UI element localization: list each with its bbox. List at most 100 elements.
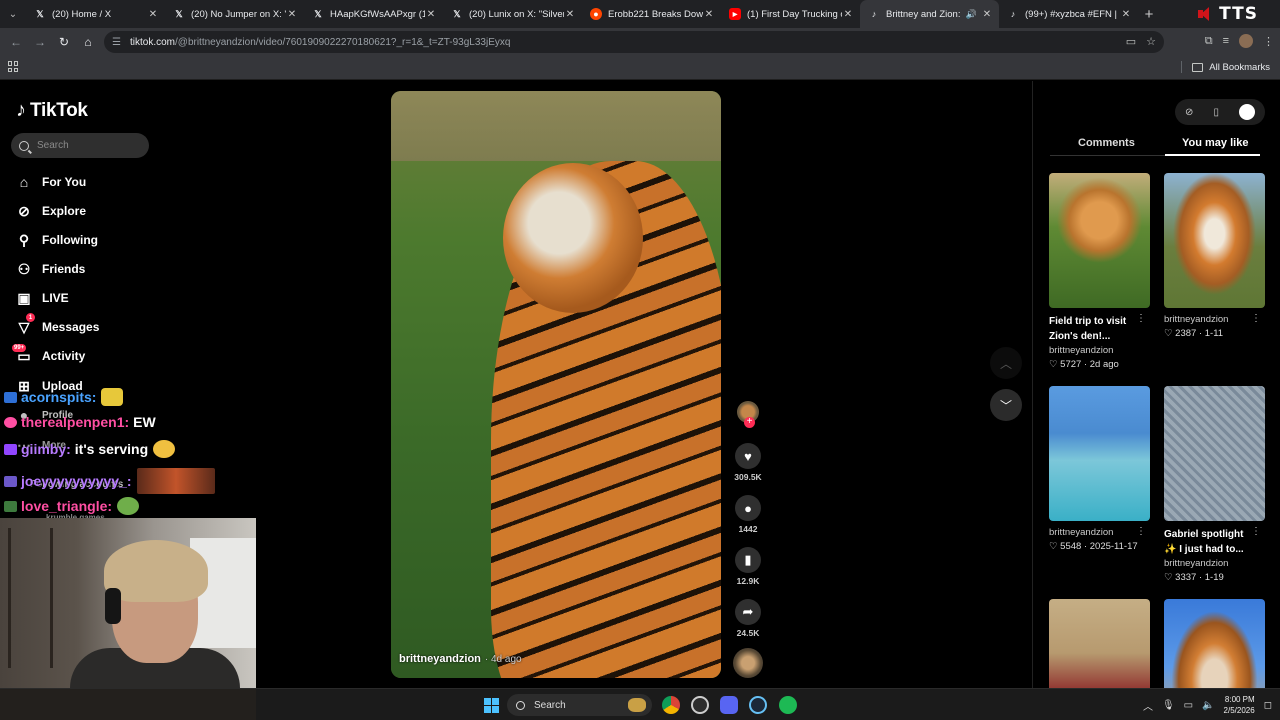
- close-icon[interactable]: ✕: [703, 9, 715, 20]
- comment-icon[interactable]: ●: [735, 495, 761, 521]
- profile-avatar[interactable]: [1239, 34, 1253, 48]
- reload-icon[interactable]: ↻: [52, 35, 76, 49]
- more-options-icon[interactable]: ⋮: [1251, 313, 1261, 324]
- microphone-icon[interactable]: 🎙: [1162, 700, 1175, 711]
- notification-icon[interactable]: ◻: [1264, 700, 1272, 711]
- card-author[interactable]: brittneyandzion: [1049, 527, 1150, 538]
- heart-icon[interactable]: ♥: [735, 443, 761, 469]
- discord-icon[interactable]: [720, 696, 738, 714]
- taskbar-search[interactable]: Search: [507, 694, 652, 716]
- browser-tab[interactable]: 𝕏 HAapKGfWsAAPxgr (1190 ✕: [304, 0, 443, 28]
- autoscroll-icon[interactable]: ⊘: [1185, 107, 1193, 118]
- speaker-icon[interactable]: 🔊: [966, 9, 977, 20]
- more-options-icon[interactable]: ⋮: [1136, 526, 1146, 537]
- card-likes: 5548: [1060, 541, 1082, 552]
- network-icon[interactable]: ▭: [1184, 700, 1193, 711]
- card-author[interactable]: brittneyandzion: [1164, 314, 1265, 325]
- previous-video-button[interactable]: ︿: [990, 347, 1022, 379]
- address-bar[interactable]: ☰ tiktok.com/@brittneyandzion/video/7601…: [104, 31, 1164, 53]
- card-title[interactable]: Gabriel spotlight ✨ I just had to...: [1164, 527, 1265, 557]
- clock[interactable]: 8:00 PM 2/5/2026: [1224, 694, 1255, 716]
- creator-avatar[interactable]: +: [737, 401, 759, 428]
- close-icon[interactable]: ✕: [564, 9, 576, 20]
- close-icon[interactable]: ✕: [1120, 9, 1132, 20]
- browser-tab[interactable]: 𝕏 (20) No Jumper on X: "Ma ✕: [165, 0, 304, 28]
- recommended-video-card[interactable]: ⋮ Gabriel spotlight ✨ I just had to... b…: [1164, 386, 1265, 583]
- comment-button[interactable]: ● 1442: [733, 495, 763, 534]
- tiktok-logo[interactable]: ♪ TikTok: [16, 99, 88, 122]
- bookmark-icon[interactable]: ▮: [735, 547, 761, 573]
- search-input[interactable]: [37, 140, 137, 151]
- cast-icon[interactable]: ▭: [1126, 35, 1136, 48]
- apps-grid-icon[interactable]: [8, 61, 19, 72]
- home-icon[interactable]: ⌂: [76, 35, 100, 49]
- nav-activity[interactable]: ▭ 99+ Activity: [12, 344, 85, 365]
- tab-you-may-like[interactable]: You may like: [1182, 137, 1248, 149]
- back-icon[interactable]: ←: [4, 35, 28, 49]
- more-options-icon[interactable]: ⋮: [1136, 313, 1146, 324]
- recommended-video-card[interactable]: ⋮ Field trip to visit Zion's den!... bri…: [1049, 173, 1150, 370]
- extensions-icon[interactable]: ⧉: [1205, 35, 1213, 48]
- browser-tab[interactable]: ♪ (99+) #xyzbca #EFN | mar ✕: [999, 0, 1138, 28]
- windows-start-icon[interactable]: [484, 698, 499, 713]
- like-button[interactable]: ♥ 309.5K: [733, 443, 763, 482]
- video-author-name[interactable]: brittneyandzion: [399, 653, 481, 665]
- site-info-icon[interactable]: ☰: [112, 37, 124, 48]
- video-author[interactable]: brittneyandzion · 4d ago: [399, 653, 522, 665]
- bookmark-star-icon[interactable]: ☆: [1146, 35, 1156, 48]
- tab-search-chevron-icon[interactable]: ⌄: [0, 0, 26, 28]
- card-author[interactable]: brittneyandzion: [1164, 558, 1265, 569]
- card-author[interactable]: brittneyandzion: [1049, 345, 1150, 356]
- share-button[interactable]: ➦ 24.5K: [733, 599, 763, 638]
- device-icon[interactable]: ▯: [1213, 107, 1219, 118]
- close-icon[interactable]: ✕: [286, 9, 298, 20]
- reading-list-icon[interactable]: ≡: [1223, 35, 1229, 47]
- share-icon[interactable]: ➦: [735, 599, 761, 625]
- nav-friends[interactable]: ⚇ Friends: [15, 260, 86, 278]
- steam-icon[interactable]: [749, 696, 767, 714]
- nav-explore[interactable]: ⊘ Explore: [15, 202, 86, 220]
- browser-tab[interactable]: ● Erobb221 Breaks Down o ✕: [582, 0, 721, 28]
- close-icon[interactable]: ✕: [425, 9, 437, 20]
- compass-icon: ⊘: [18, 202, 30, 219]
- creator-avatar-button[interactable]: +: [733, 401, 763, 428]
- nav-following[interactable]: ⚲ Following: [15, 231, 98, 249]
- video-thumbnail[interactable]: [1164, 173, 1265, 308]
- browser-tab-active[interactable]: ♪ Brittney and Zion: Fun 🔊 ✕: [860, 0, 999, 28]
- tray-chevron-up-icon[interactable]: ︿: [1143, 698, 1153, 713]
- nav-for-you[interactable]: ⌂ For You: [15, 173, 86, 191]
- tab-comments[interactable]: Comments: [1078, 137, 1135, 149]
- nav-live[interactable]: ▣ LIVE: [15, 289, 68, 307]
- video-player[interactable]: brittneyandzion · 4d ago: [391, 91, 721, 678]
- video-thumbnail[interactable]: [1164, 386, 1265, 521]
- nav-messages[interactable]: ▽ 1 Messages: [15, 313, 99, 336]
- close-icon[interactable]: ✕: [147, 9, 159, 20]
- all-bookmarks-button[interactable]: All Bookmarks: [1181, 61, 1270, 73]
- spotify-icon[interactable]: [779, 696, 797, 714]
- video-thumbnail[interactable]: [1049, 386, 1150, 521]
- toggle-switch[interactable]: [1238, 104, 1255, 120]
- forward-icon[interactable]: →: [28, 35, 52, 49]
- more-options-icon[interactable]: ⋮: [1251, 526, 1261, 537]
- new-tab-button[interactable]: +: [1138, 6, 1160, 23]
- search-box[interactable]: [11, 133, 149, 158]
- browser-tab[interactable]: 𝕏 (20) Home / X ✕: [26, 0, 165, 28]
- close-icon[interactable]: ✕: [981, 9, 993, 20]
- next-video-button[interactable]: ﹀: [990, 389, 1022, 421]
- browser-tab[interactable]: ▶ (1) First Day Trucking on ✕: [721, 0, 860, 28]
- tiktok-note-icon: ♪: [16, 99, 26, 121]
- recommended-video-card[interactable]: ⋮ brittneyandzion ♡ 5548 · 2025-11-17: [1049, 386, 1150, 552]
- obs-icon[interactable]: [691, 696, 709, 714]
- close-icon[interactable]: ✕: [842, 9, 854, 20]
- music-disc-icon[interactable]: [733, 648, 763, 678]
- messages-badge: 1: [26, 313, 35, 322]
- follow-plus-icon[interactable]: +: [744, 417, 755, 428]
- card-title[interactable]: Field trip to visit Zion's den!...: [1049, 314, 1150, 344]
- menu-kebab-icon[interactable]: ⋮: [1263, 35, 1274, 48]
- volume-icon[interactable]: 🔈: [1202, 700, 1214, 711]
- save-button[interactable]: ▮ 12.9K: [733, 547, 763, 586]
- browser-tab[interactable]: 𝕏 (20) Lunix on X: "Silver in ✕: [443, 0, 582, 28]
- recommended-video-card[interactable]: ⋮ brittneyandzion ♡ 2387 · 1-11: [1164, 173, 1265, 339]
- chrome-icon[interactable]: [662, 696, 680, 714]
- video-thumbnail[interactable]: [1049, 173, 1150, 308]
